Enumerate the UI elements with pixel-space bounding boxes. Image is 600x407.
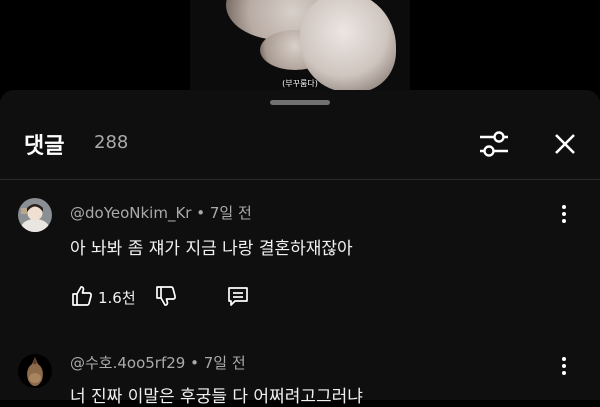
comments-count: 288	[94, 132, 129, 153]
comments-sheet: 댓글 288 @doYeoNkim_Kr • 7일 전 아 놔봐 좀 쟤가 지금…	[0, 90, 600, 407]
sliders-icon	[480, 131, 508, 157]
like-button[interactable]	[70, 284, 94, 308]
filter-button[interactable]	[476, 126, 512, 162]
comment-text: 아 놔봐 좀 쟤가 지금 나랑 결혼하재잖아	[70, 239, 353, 259]
comment-author[interactable]: @doYeoNkim_Kr	[70, 204, 191, 222]
reply-button[interactable]	[226, 284, 250, 308]
close-button[interactable]	[547, 126, 583, 162]
comment-actions: 1.6천	[70, 284, 270, 310]
reply-icon	[228, 287, 248, 306]
more-vertical-icon	[562, 205, 566, 223]
comment-item: @수호.4oo5rf29 • 7일 전 너 진짜 이말은 후궁들 다 어쩌려고그…	[0, 348, 600, 407]
close-icon	[555, 134, 575, 154]
drag-handle[interactable]	[270, 100, 330, 105]
comment-time: 7일 전	[209, 204, 252, 222]
comment-text: 너 진짜 이말은 후궁들 다 어쩌려고그러냐	[70, 387, 363, 407]
comment-time: 7일 전	[203, 354, 246, 372]
comment-more-button[interactable]	[552, 202, 576, 226]
avatar[interactable]	[18, 354, 52, 388]
comments-title: 댓글	[24, 134, 65, 159]
header-divider	[0, 179, 600, 180]
comment-item: @doYeoNkim_Kr • 7일 전 아 놔봐 좀 쟤가 지금 나랑 결혼하…	[0, 198, 600, 318]
comment-meta: @doYeoNkim_Kr • 7일 전	[70, 202, 252, 223]
like-count: 1.6천	[98, 289, 136, 307]
comment-author[interactable]: @수호.4oo5rf29	[70, 354, 185, 372]
meta-separator: •	[191, 204, 210, 222]
avatar[interactable]	[18, 198, 52, 232]
dislike-button[interactable]	[154, 284, 178, 308]
avatar-image	[18, 354, 52, 388]
video-caption: (부꾸룸다)	[282, 79, 318, 88]
comment-meta: @수호.4oo5rf29 • 7일 전	[70, 352, 246, 373]
video-player[interactable]: (부꾸룸다)	[0, 0, 600, 96]
thumbs-down-icon	[156, 286, 176, 306]
more-vertical-icon	[562, 357, 566, 375]
comment-more-button[interactable]	[552, 354, 576, 378]
meta-separator: •	[185, 354, 204, 372]
avatar-image	[18, 198, 52, 232]
thumbs-up-icon	[72, 286, 92, 306]
